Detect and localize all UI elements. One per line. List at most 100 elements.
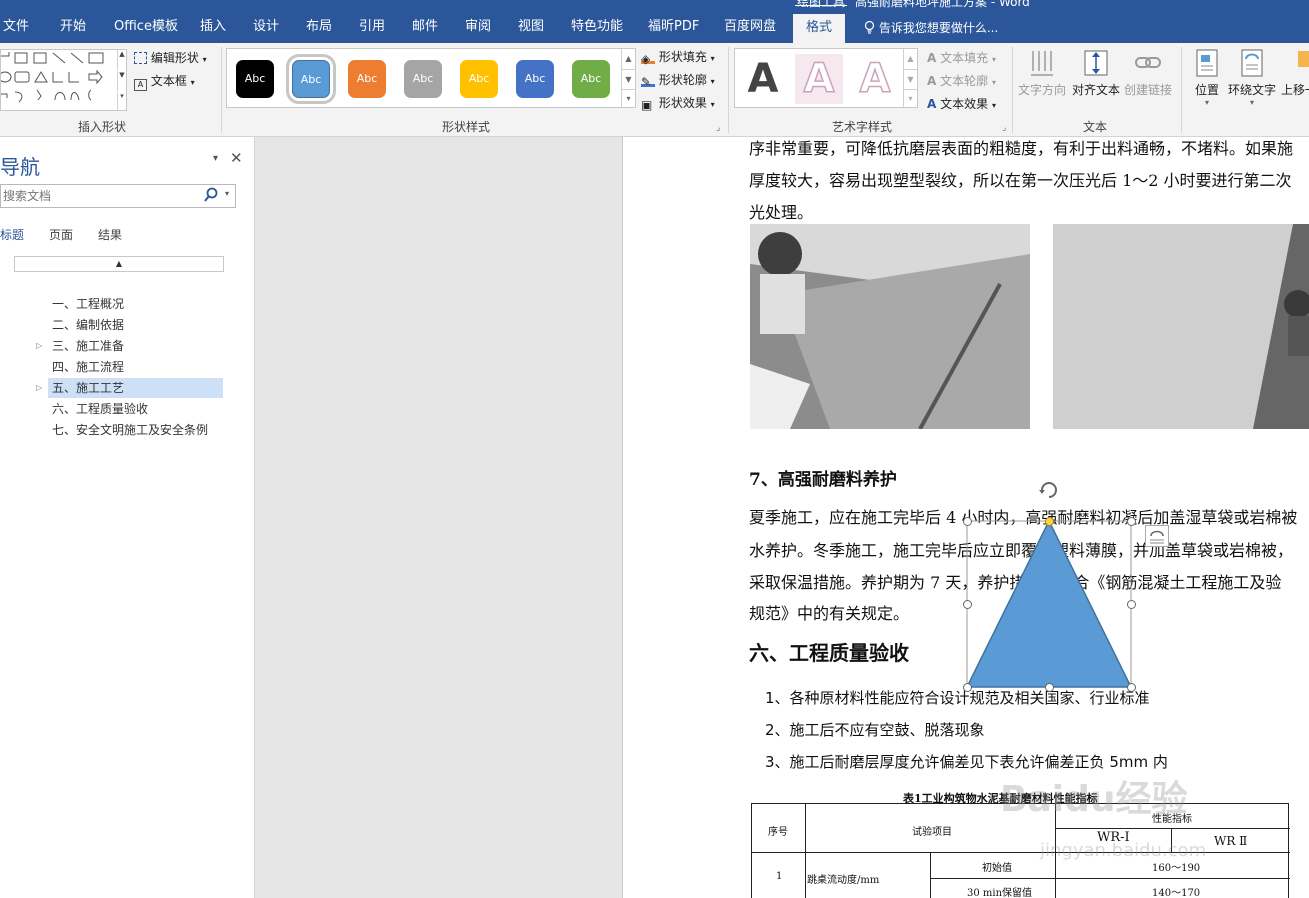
search-icon[interactable] bbox=[204, 187, 218, 206]
tab-home[interactable]: 开始 bbox=[60, 16, 86, 38]
tab-foxit-pdf[interactable]: 福昕PDF bbox=[648, 16, 699, 38]
wordart-style-option[interactable]: A bbox=[851, 54, 899, 104]
tab-format[interactable]: 格式 bbox=[793, 14, 846, 43]
shape-styles-group-label: 形状样式 bbox=[442, 120, 491, 134]
search-options-chevron-icon[interactable]: ▾ bbox=[225, 189, 229, 198]
shape-style-swatch[interactable]: Abc bbox=[236, 60, 274, 98]
gallery-up-arrow-icon[interactable]: ▲ bbox=[903, 49, 917, 69]
shape-style-swatch[interactable]: Abc bbox=[404, 60, 442, 98]
shape-fill-label: 形状填充 bbox=[658, 50, 707, 64]
nav-heading-item[interactable]: 一、工程概况 bbox=[48, 294, 223, 314]
tab-file[interactable]: 文件 bbox=[3, 16, 29, 38]
resize-handle[interactable] bbox=[1127, 683, 1136, 692]
construction-photo-right[interactable] bbox=[1053, 224, 1309, 429]
wordart-style-option[interactable]: A bbox=[739, 54, 787, 104]
nav-tab-pages[interactable]: 页面 bbox=[49, 226, 73, 243]
expand-triangle-icon[interactable]: ▷ bbox=[36, 341, 42, 350]
shape-gallery[interactable]: ▲ ▼ ▾ bbox=[0, 49, 127, 111]
collapse-headings-button[interactable]: ▲ bbox=[14, 256, 224, 272]
resize-handle[interactable] bbox=[963, 683, 972, 692]
triangle-shape-graphic[interactable] bbox=[963, 476, 1135, 692]
text-direction-button[interactable]: 文字方向 bbox=[1018, 47, 1066, 98]
resize-handle[interactable] bbox=[963, 517, 972, 526]
layout-options-button[interactable] bbox=[1145, 525, 1169, 547]
paint-bucket-icon: ◈ bbox=[641, 52, 655, 66]
selected-triangle-shape[interactable] bbox=[963, 476, 1136, 692]
table-gridline bbox=[930, 878, 1290, 879]
nav-tab-results[interactable]: 结果 bbox=[98, 226, 122, 243]
nav-heading-item[interactable]: 七、安全文明施工及安全条例 bbox=[48, 420, 223, 440]
tab-view[interactable]: 视图 bbox=[518, 16, 544, 38]
nav-tab-headings[interactable]: 标题 bbox=[0, 226, 24, 243]
gallery-down-arrow-icon[interactable]: ▼ bbox=[903, 69, 917, 89]
gallery-more-icon[interactable]: ▾ bbox=[903, 89, 917, 107]
nav-heading-item[interactable]: 三、施工准备 bbox=[48, 336, 223, 356]
table-header-cell: WR Ⅱ bbox=[1214, 834, 1248, 848]
search-input[interactable] bbox=[1, 185, 201, 207]
gallery-up-arrow-icon[interactable]: ▲ bbox=[117, 50, 126, 70]
shape-style-swatch[interactable]: Abc bbox=[516, 60, 554, 98]
baidu-jingyan-watermark: Baidu经验 bbox=[1000, 779, 1188, 820]
tab-special-features[interactable]: 特色功能 bbox=[571, 16, 623, 38]
wordart-style-gallery[interactable]: A A A ▲ ▼ ▾ bbox=[734, 48, 918, 108]
tab-references[interactable]: 引用 bbox=[359, 16, 385, 38]
table-cell: 30 min保留值 bbox=[967, 888, 1033, 898]
shape-style-swatch[interactable]: Abc bbox=[460, 60, 498, 98]
nav-heading-item[interactable]: 六、工程质量验收 bbox=[48, 399, 223, 419]
shape-fill-button[interactable]: ◈ 形状填充 ▾ bbox=[641, 48, 715, 66]
text-fill-label: 文本填充 bbox=[940, 51, 989, 65]
dialog-launcher-icon[interactable]: ⌟ bbox=[716, 123, 720, 133]
rotate-handle-icon[interactable] bbox=[1037, 478, 1061, 505]
create-link-button[interactable]: 创建链接 bbox=[1124, 47, 1172, 98]
tab-design[interactable]: 设计 bbox=[253, 16, 279, 38]
search-document-box[interactable]: ▾ bbox=[0, 184, 236, 208]
text-fill-button[interactable]: A 文本填充 ▾ bbox=[927, 49, 996, 66]
text-effects-button[interactable]: A 文本效果 ▾ bbox=[927, 95, 996, 112]
gallery-down-arrow-icon[interactable]: ▼ bbox=[117, 71, 126, 91]
wordart-style-option[interactable]: A bbox=[795, 54, 843, 104]
expand-triangle-icon[interactable]: ▷ bbox=[36, 383, 42, 392]
bring-forward-button[interactable]: 上移一层 bbox=[1281, 47, 1309, 98]
tell-me-box[interactable]: 告诉我您想要做什么... bbox=[864, 19, 998, 36]
nav-heading-item[interactable]: 五、施工工艺 bbox=[48, 378, 223, 398]
shape-outline-button[interactable]: ✎ 形状轮廓 ▾ bbox=[641, 71, 715, 89]
tab-insert[interactable]: 插入 bbox=[200, 16, 226, 38]
construction-photo-left[interactable] bbox=[750, 224, 1030, 429]
close-icon[interactable]: ✕ bbox=[230, 149, 243, 167]
gallery-more-icon[interactable]: ▾ bbox=[117, 92, 126, 110]
tab-baidu-netdisk[interactable]: 百度网盘 bbox=[724, 16, 776, 38]
shape-effects-button[interactable]: ▣ 形状效果 ▾ bbox=[641, 94, 715, 112]
position-button[interactable]: 位置 ▾ bbox=[1192, 47, 1222, 107]
text-outline-button[interactable]: A 文本轮廓 ▾ bbox=[927, 72, 996, 89]
edit-shape-label: 编辑形状 bbox=[150, 51, 199, 65]
align-text-button[interactable]: 对齐文本 bbox=[1072, 47, 1120, 98]
wordart-styles-group-label: 艺术字样式 bbox=[832, 120, 893, 134]
wrap-text-button[interactable]: 环绕文字 ▾ bbox=[1228, 47, 1276, 107]
nav-heading-item[interactable]: 二、编制依据 bbox=[48, 315, 223, 335]
text-group-label: 文本 bbox=[1083, 120, 1108, 134]
pane-options-chevron-icon[interactable]: ▾ bbox=[213, 153, 218, 164]
tab-layout[interactable]: 布局 bbox=[306, 16, 332, 38]
tab-office-templates[interactable]: Office模板 bbox=[114, 16, 178, 38]
adjustment-handle[interactable] bbox=[1045, 517, 1054, 526]
shape-style-swatch-selected[interactable]: Abc bbox=[286, 54, 336, 104]
dialog-launcher-icon[interactable]: ⌟ bbox=[1002, 123, 1006, 133]
shape-style-swatch[interactable]: Abc bbox=[572, 60, 610, 98]
gallery-up-arrow-icon[interactable]: ▲ bbox=[621, 49, 635, 69]
shape-style-gallery[interactable]: Abc Abc Abc Abc Abc Abc Abc ▲ ▼ ▾ bbox=[226, 48, 636, 108]
wrap-text-label: 环绕文字 bbox=[1228, 83, 1277, 97]
collapse-up-icon: ▲ bbox=[115, 259, 123, 268]
resize-handle[interactable] bbox=[1127, 517, 1136, 526]
edit-shape-button[interactable]: 编辑形状 ▾ bbox=[134, 49, 207, 66]
text-box-button[interactable]: A 文本框 ▾ bbox=[134, 72, 195, 91]
tab-review[interactable]: 审阅 bbox=[465, 16, 491, 38]
text-effects-icon: A bbox=[927, 97, 937, 111]
gallery-down-arrow-icon[interactable]: ▼ bbox=[621, 69, 635, 89]
resize-handle[interactable] bbox=[1127, 600, 1136, 609]
nav-heading-item[interactable]: 四、施工流程 bbox=[48, 357, 223, 377]
gallery-more-icon[interactable]: ▾ bbox=[621, 89, 635, 107]
resize-handle[interactable] bbox=[1045, 683, 1054, 692]
tab-mailings[interactable]: 邮件 bbox=[412, 16, 438, 38]
resize-handle[interactable] bbox=[963, 600, 972, 609]
shape-style-swatch[interactable]: Abc bbox=[348, 60, 386, 98]
